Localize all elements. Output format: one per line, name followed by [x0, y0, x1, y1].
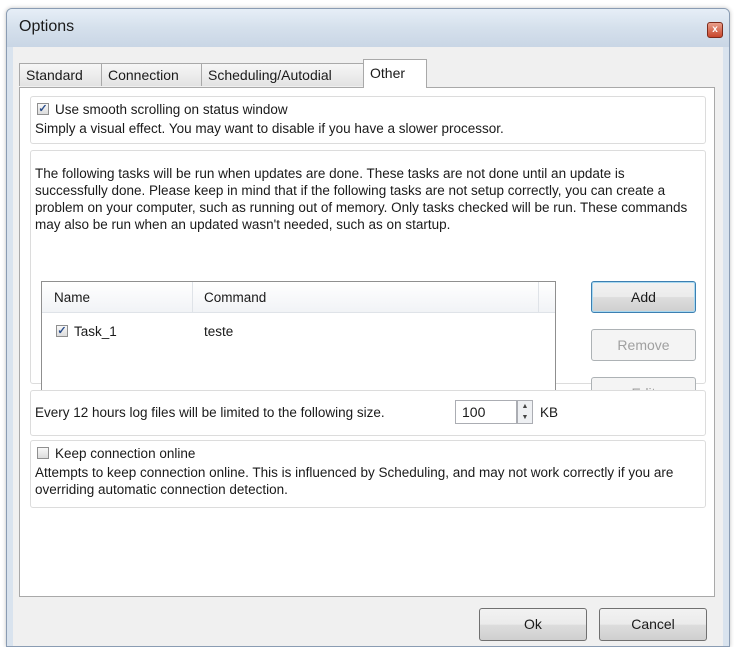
tab-standard[interactable]: Standard: [19, 63, 102, 86]
log-size-group: Every 12 hours log files will be limited…: [30, 390, 706, 436]
dialog-client-area: Standard Connection Scheduling/Autodial …: [13, 47, 723, 646]
keep-online-group: Keep connection online Attempts to keep …: [30, 440, 706, 508]
remove-button[interactable]: Remove: [591, 329, 696, 361]
column-divider[interactable]: [538, 282, 539, 312]
window-title: Options: [19, 18, 75, 35]
spin-down-icon[interactable]: ▼: [518, 412, 532, 423]
spin-up-icon[interactable]: ▲: [518, 401, 532, 412]
keep-online-description: Attempts to keep connection online. This…: [35, 465, 674, 497]
tab-strip: Standard Connection Scheduling/Autodial …: [19, 59, 717, 88]
log-size-spinner[interactable]: ▲ ▼: [517, 400, 533, 424]
tab-panel-other: ✓ Use smooth scrolling on status window …: [19, 87, 715, 597]
tasks-group: The following tasks will be run when upd…: [30, 150, 706, 425]
keep-online-label[interactable]: Keep connection online: [55, 445, 195, 462]
tab-connection[interactable]: Connection: [101, 63, 202, 86]
tasks-list-header: Name Command: [42, 282, 555, 313]
task-checkbox[interactable]: ✓: [56, 325, 68, 337]
cancel-button[interactable]: Cancel: [599, 608, 707, 641]
smooth-scroll-description: Simply a visual effect. You may want to …: [35, 121, 504, 136]
close-icon[interactable]: x: [707, 22, 723, 38]
add-button[interactable]: Add: [591, 281, 696, 313]
ok-button[interactable]: Ok: [479, 608, 587, 641]
log-size-input[interactable]: 100: [455, 400, 517, 424]
task-name: Task_1: [74, 324, 117, 339]
smooth-scroll-checkbox[interactable]: ✓: [37, 103, 49, 115]
tab-scheduling-autodial[interactable]: Scheduling/Autodial: [201, 63, 364, 86]
table-row[interactable]: ✓ Task_1 teste: [42, 322, 555, 342]
task-command: teste: [204, 324, 234, 339]
column-divider[interactable]: [192, 282, 193, 312]
keep-online-checkbox[interactable]: [37, 447, 49, 459]
smooth-scroll-label[interactable]: Use smooth scrolling on status window: [55, 101, 288, 118]
smooth-scroll-group: ✓ Use smooth scrolling on status window …: [30, 96, 706, 144]
column-header-command[interactable]: Command: [204, 290, 266, 305]
column-header-name[interactable]: Name: [54, 290, 90, 305]
log-size-unit: KB: [540, 405, 559, 420]
tasks-description: The following tasks will be run when upd…: [35, 166, 688, 232]
options-dialog: Options x Standard Connection Scheduling…: [6, 8, 730, 647]
title-bar: Options x: [7, 9, 729, 47]
tab-other[interactable]: Other: [363, 59, 427, 88]
log-size-label: Every 12 hours log files will be limited…: [35, 405, 385, 420]
